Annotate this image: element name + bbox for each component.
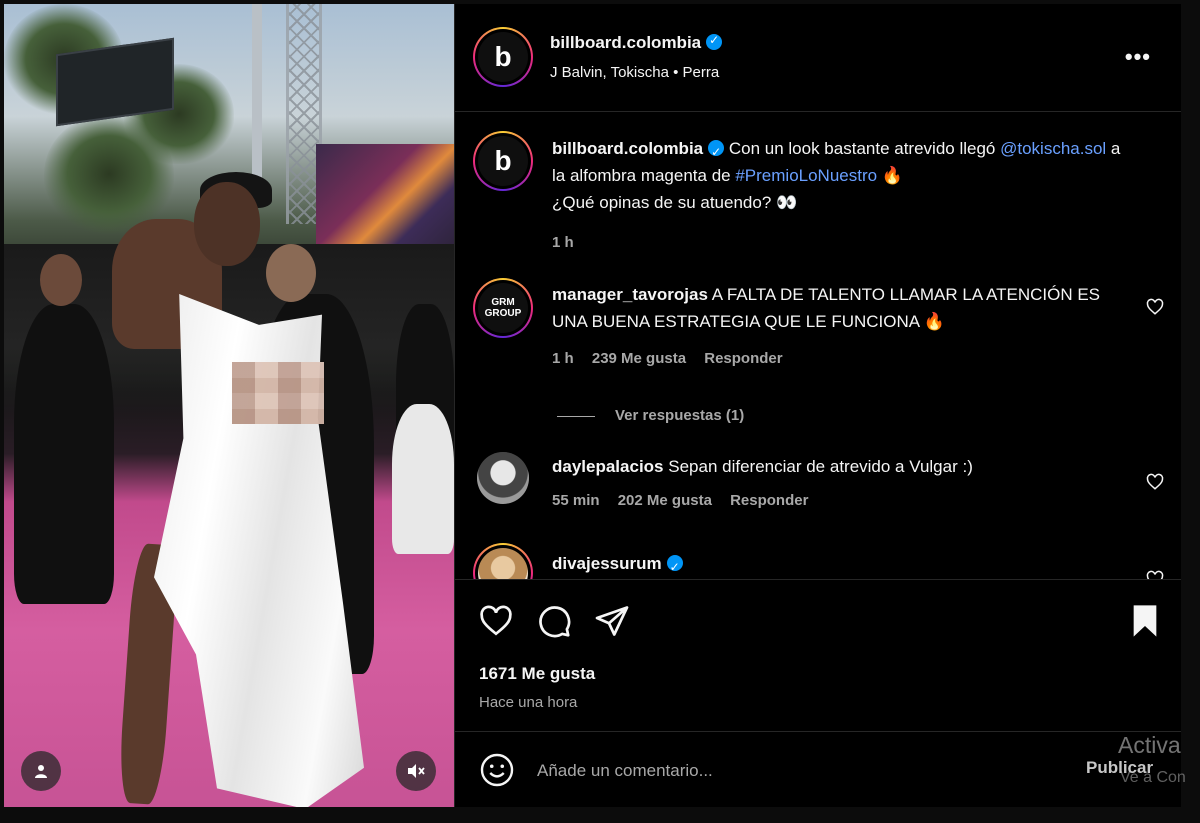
comment-likes[interactable]: 202 Me gusta <box>618 492 712 509</box>
more-icon[interactable]: ••• <box>1125 44 1151 70</box>
caption-text: billboard.colombia Con un look bastante … <box>552 135 1122 216</box>
heart-icon <box>480 605 512 636</box>
commenter-avatar[interactable] <box>473 543 533 579</box>
comment-button[interactable] <box>535 602 573 640</box>
author-avatar[interactable]: b <box>473 27 533 87</box>
mention-link[interactable]: @tokischa.sol <box>1000 139 1106 158</box>
save-button[interactable] <box>1126 602 1164 640</box>
verified-icon <box>666 554 683 579</box>
commenter-avatar[interactable] <box>477 452 529 504</box>
windows-activation-watermark: Activa <box>1118 732 1181 758</box>
comment-meta: 55 min 202 Me gusta Responder <box>552 492 809 509</box>
billboard-logo: b <box>478 32 528 82</box>
comment-text: daylepalacios Sepan diferenciar de atrev… <box>552 457 973 476</box>
likes-count[interactable]: 1671 Me gusta <box>479 664 595 684</box>
share-button[interactable] <box>593 602 631 640</box>
author-username[interactable]: billboard.colombia <box>550 33 723 53</box>
commenter-avatar[interactable]: GRM GROUP <box>473 278 533 338</box>
person-bystander <box>392 404 454 554</box>
post-panel: b billboard.colombia J Balvin, Tokischa … <box>454 4 1182 807</box>
fire-emoji: 🔥 <box>923 312 946 331</box>
person-guard <box>14 304 114 604</box>
view-replies-button[interactable]: Ver respuestas (1) <box>557 407 744 424</box>
commenter-username[interactable]: divajessurum <box>552 554 662 573</box>
comment-input[interactable] <box>537 758 1057 784</box>
comment-text: divajessurum <box>552 550 1122 579</box>
eyes-emoji: 👀 <box>776 193 798 212</box>
add-comment-bar: Publicar <box>455 731 1182 807</box>
mute-button[interactable] <box>396 751 436 791</box>
caption-time: 1 h <box>552 234 574 251</box>
like-button[interactable] <box>477 602 515 640</box>
share-icon <box>595 606 629 636</box>
person-head <box>266 244 316 302</box>
hashtag-link[interactable]: #PremioLoNuestro <box>735 166 877 185</box>
user-icon <box>35 765 47 778</box>
fire-emoji: 🔥 <box>881 166 903 185</box>
verified-icon <box>708 139 725 166</box>
model-face <box>194 182 260 266</box>
bookmark-icon <box>1133 605 1157 637</box>
comment-text: manager_tavorojas A FALTA DE TALENTO LLA… <box>552 285 1101 331</box>
page-edge <box>1181 0 1200 823</box>
commenter-username[interactable]: manager_tavorojas <box>552 285 708 304</box>
comment-meta: 1 h 239 Me gusta Responder <box>552 350 783 367</box>
post-actions: 1671 Me gusta Hace una hora <box>455 579 1182 731</box>
comment-likes[interactable]: 239 Me gusta <box>592 350 686 367</box>
post-video[interactable] <box>4 4 454 807</box>
person-head <box>40 254 82 306</box>
comments-list[interactable]: b billboard.colombia Con un look bastant… <box>455 113 1182 579</box>
windows-activation-watermark-sub: Ve a Con <box>1120 769 1186 786</box>
comment-icon <box>539 606 571 638</box>
palm-tree <box>44 114 174 234</box>
reply-button[interactable]: Responder <box>704 350 782 367</box>
censor-pixelation <box>232 362 324 424</box>
mute-icon <box>408 764 425 778</box>
heart-icon[interactable] <box>1146 570 1164 579</box>
commenter-username[interactable]: daylepalacios <box>552 457 664 476</box>
tagged-users-button[interactable] <box>21 751 61 791</box>
audio-line[interactable]: J Balvin, Tokischa • Perra <box>550 64 719 81</box>
author-avatar[interactable]: b <box>473 131 533 191</box>
post-time: Hace una hora <box>479 694 578 711</box>
divider <box>557 415 595 417</box>
emoji-icon[interactable] <box>479 752 515 788</box>
verified-icon <box>706 33 723 50</box>
reply-button[interactable]: Responder <box>730 492 808 509</box>
caption-username[interactable]: billboard.colombia <box>552 139 703 158</box>
post-header: b billboard.colombia J Balvin, Tokischa … <box>455 4 1181 112</box>
heart-icon[interactable] <box>1146 473 1164 491</box>
stage-pole <box>252 4 262 194</box>
heart-icon[interactable] <box>1146 298 1164 316</box>
